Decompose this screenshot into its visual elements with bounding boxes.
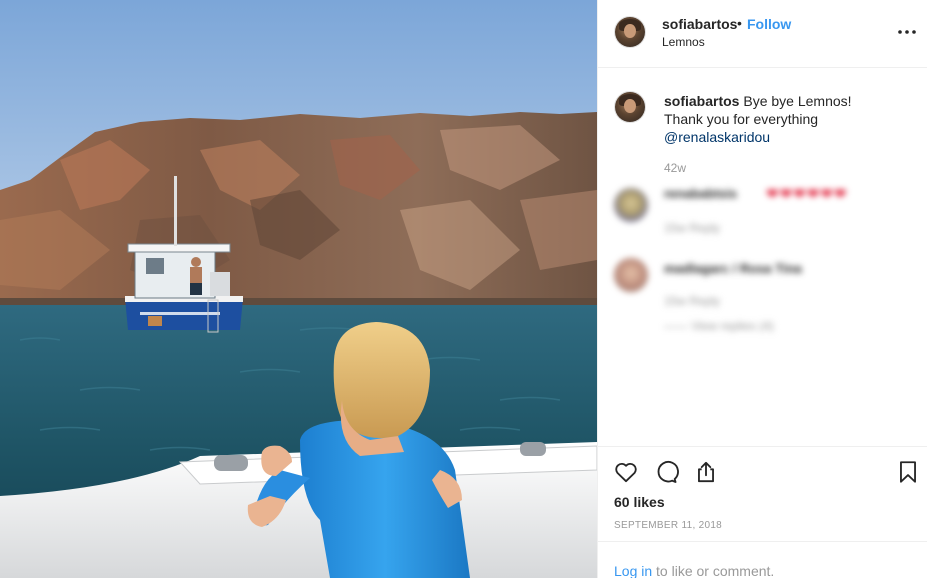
commenter-avatar[interactable] bbox=[614, 258, 648, 292]
view-replies-button[interactable]: —— View replies (4) bbox=[664, 319, 774, 333]
follow-button[interactable]: Follow bbox=[747, 16, 791, 32]
caption-line2: Thank you for everything bbox=[664, 111, 819, 127]
post-actions: 60 likes SEPTEMBER 11, 2018 bbox=[598, 446, 927, 541]
caption-age[interactable]: 42w bbox=[664, 161, 686, 175]
login-prompt: Log in to like or comment. bbox=[598, 541, 927, 578]
author-avatar[interactable] bbox=[614, 16, 646, 48]
caption: sofiabartos Bye bye Lemnos! Thank you fo… bbox=[664, 92, 914, 146]
post-photo-image bbox=[0, 0, 597, 578]
login-link[interactable]: Log in bbox=[614, 563, 652, 578]
caption-line1: Bye bye Lemnos! bbox=[743, 93, 852, 109]
login-prompt-text: to like or comment. bbox=[652, 563, 775, 578]
post-location[interactable]: Lemnos bbox=[662, 35, 705, 49]
comment-username[interactable]: madlagarc / Rosa Tina bbox=[664, 261, 802, 276]
caption-username[interactable]: sofiabartos bbox=[664, 93, 739, 109]
more-horizontal-icon[interactable] bbox=[895, 20, 919, 44]
post-side-panel: sofiabartos • Follow Lemnos sofiabartos … bbox=[597, 0, 927, 578]
comment-meta[interactable]: 15w Reply bbox=[664, 294, 720, 308]
comment-text: ❤❤❤❤❤❤ bbox=[766, 186, 848, 203]
post-date[interactable]: SEPTEMBER 11, 2018 bbox=[614, 520, 722, 531]
comment-meta[interactable]: 15w Reply bbox=[664, 221, 720, 235]
comments-list[interactable]: sofiabartos Bye bye Lemnos! Thank you fo… bbox=[598, 68, 927, 446]
likes-count[interactable]: 60 likes bbox=[614, 494, 665, 510]
share-icon[interactable] bbox=[693, 459, 719, 485]
bookmark-icon[interactable] bbox=[895, 459, 921, 485]
caption-mention[interactable]: @renalaskaridou bbox=[664, 129, 770, 145]
post-header: sofiabartos • Follow Lemnos bbox=[598, 0, 927, 68]
commenter-avatar[interactable] bbox=[614, 188, 648, 222]
separator-dot: • bbox=[737, 15, 742, 31]
author-username[interactable]: sofiabartos bbox=[662, 16, 737, 32]
caption-avatar[interactable] bbox=[614, 91, 646, 123]
post-photo[interactable] bbox=[0, 0, 597, 578]
comment-icon[interactable] bbox=[653, 459, 679, 485]
heart-icon[interactable] bbox=[613, 459, 639, 485]
comment-username[interactable]: renababtsis bbox=[664, 186, 737, 201]
